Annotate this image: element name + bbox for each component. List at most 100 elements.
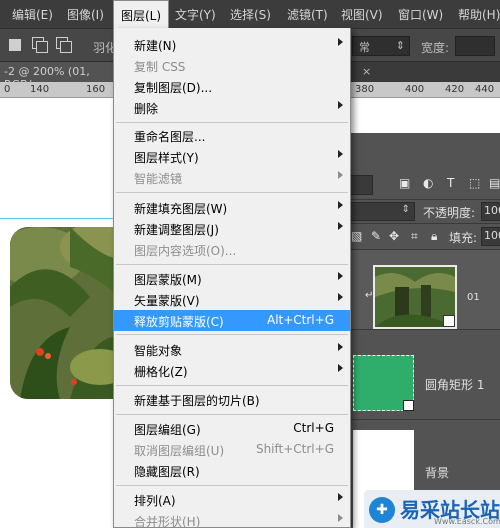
menu-item-rasterize[interactable]: 栅格化(Z): [114, 360, 350, 381]
menu-item-label: 取消图层编组(U): [134, 444, 225, 458]
menu-item-arrange[interactable]: 排列(A): [114, 489, 350, 510]
new-selection-icon[interactable]: [9, 39, 21, 51]
menu-item-label: 图层编组(G): [134, 423, 201, 437]
menu-item-label: 重命名图层...: [134, 130, 206, 144]
menu-separator: [116, 122, 348, 123]
image-filter-icon[interactable]: ▣: [399, 176, 410, 190]
layer-name: 01: [467, 292, 480, 303]
menu-window[interactable]: 窗口(W): [398, 6, 443, 23]
menu-item-new-fill-layer[interactable]: 新建填充图层(W): [114, 197, 350, 218]
document-tab[interactable]: -2 @ 200% (01, RGB/: [0, 62, 113, 91]
fill-input[interactable]: 100: [481, 227, 500, 246]
ruler-tick: 400: [405, 84, 425, 95]
menu-item-label: 图层蒙版(M): [134, 273, 202, 287]
menu-item-shortcut: Shift+Ctrl+G: [255, 442, 334, 456]
submenu-arrow-icon: [338, 101, 343, 109]
blend-mode-select[interactable]: 常 ⇕: [352, 36, 410, 56]
submenu-arrow-icon: [338, 222, 343, 230]
select-arrows-icon: ⇕: [395, 39, 405, 52]
opacity-input[interactable]: 100: [481, 202, 500, 221]
smart-object-badge-icon: [443, 315, 455, 327]
move-lock-icon[interactable]: ✥: [389, 229, 399, 243]
menu-item-label: 栅格化(Z): [134, 365, 188, 379]
guide-line[interactable]: [0, 218, 130, 219]
menu-select[interactable]: 选择(S): [230, 6, 271, 23]
menu-item-rename-layer[interactable]: 重命名图层...: [114, 125, 350, 146]
menu-item-hide-layers[interactable]: 隐藏图层(R): [114, 460, 350, 481]
artboard-lock-icon[interactable]: ⌗: [411, 229, 418, 244]
menu-item-label: 智能对象: [134, 344, 183, 358]
menu-item-ungroup-layers[interactable]: 取消图层编组(U) Shift+Ctrl+G: [114, 439, 350, 460]
layer-thumbnail: [373, 265, 457, 329]
subtract-selection-icon-overlay: [60, 41, 72, 53]
submenu-arrow-icon: [338, 150, 343, 158]
menu-item-label: 合并形状(H): [134, 515, 201, 528]
watermark-logo-icon: ✚: [369, 497, 395, 523]
jungle-illustration: [10, 227, 130, 399]
menu-item-label: 图层内容选项(O)...: [134, 244, 237, 258]
menu-help[interactable]: 帮助(H): [458, 6, 500, 23]
menu-filter[interactable]: 滤镜(T): [287, 6, 328, 23]
menu-item-shortcut: Alt+Ctrl+G: [266, 313, 334, 327]
ruler-tick: 140: [30, 84, 50, 95]
menu-item-layer-style[interactable]: 图层样式(Y): [114, 146, 350, 167]
type-filter-icon[interactable]: T: [447, 176, 454, 190]
menu-separator: [116, 485, 348, 486]
menu-item-delete[interactable]: 删除: [114, 97, 350, 118]
menu-item-shortcut: Ctrl+G: [293, 421, 334, 435]
menu-item-new-layer-based-slice[interactable]: 新建基于图层的切片(B): [114, 389, 350, 410]
menu-item-duplicate-layer[interactable]: 复制图层(D)...: [114, 76, 350, 97]
menu-item-group-layers[interactable]: 图层编组(G) Ctrl+G: [114, 418, 350, 439]
menu-image[interactable]: 图像(I): [67, 6, 104, 23]
shape-filter-icon[interactable]: ⬚: [469, 176, 480, 190]
submenu-arrow-icon: [338, 201, 343, 209]
menu-item-release-clipping-mask[interactable]: 释放剪贴蒙版(C) Alt+Ctrl+G: [114, 310, 350, 331]
menu-separator: [116, 414, 348, 415]
menu-edit[interactable]: 编辑(E): [12, 6, 53, 23]
ruler-tick: 0: [4, 84, 11, 95]
menu-item-combine-shapes[interactable]: 合并形状(H): [114, 510, 350, 528]
menu-item-label: 图层样式(Y): [134, 151, 199, 165]
menu-item-new-adjustment-layer[interactable]: 新建调整图层(J): [114, 218, 350, 239]
menu-item-label: 新建(N): [134, 39, 177, 53]
ruler-tick: 380: [355, 84, 375, 95]
menu-separator: [116, 264, 348, 265]
menu-bar: 编辑(E) 图像(I) 图层(L) 文字(Y) 选择(S) 滤镜(T) 视图(V…: [0, 0, 500, 28]
menu-item-label: 删除: [134, 102, 159, 116]
menu-separator: [116, 385, 348, 386]
lock-fill-row: ▧ ✎ ✥ ⌗ 🔒︎ 填充: 100: [341, 224, 500, 250]
menu-item-layer-content-options[interactable]: 图层内容选项(O)...: [114, 239, 350, 260]
submenu-arrow-icon: [338, 343, 343, 351]
menu-item-copy-css[interactable]: 复制 CSS: [114, 55, 350, 76]
ruler-tick: 440: [475, 84, 495, 95]
menu-item-smart-object[interactable]: 智能对象: [114, 339, 350, 360]
shape-layer-thumbnail: [353, 355, 414, 411]
menu-type[interactable]: 文字(Y): [175, 6, 216, 23]
menu-item-layer-mask[interactable]: 图层蒙版(M): [114, 268, 350, 289]
ruler-tick: 160: [86, 84, 106, 95]
fill-label: 填充:: [449, 231, 478, 245]
menu-layer[interactable]: 图层(L): [113, 0, 170, 28]
close-tab-icon[interactable]: ×: [362, 65, 371, 78]
lock-all-icon[interactable]: 🔒︎: [431, 229, 437, 244]
menu-view[interactable]: 视图(V): [341, 6, 383, 23]
menu-item-label: 释放剪贴蒙版(C): [134, 315, 224, 329]
blend-mode-value: 常: [359, 41, 370, 54]
lock-pixels-icon[interactable]: ▧: [351, 229, 362, 243]
brush-lock-icon[interactable]: ✎: [371, 229, 381, 243]
opacity-label: 不透明度:: [423, 206, 476, 220]
smart-object-filter-icon[interactable]: ▤: [489, 176, 500, 190]
menu-item-label: 复制图层(D)...: [134, 81, 213, 95]
menu-separator: [116, 334, 348, 335]
adjustment-filter-icon[interactable]: ◐: [423, 176, 433, 190]
layer-name: 背景: [425, 466, 450, 480]
submenu-arrow-icon: [338, 514, 343, 522]
width-label: 宽度:: [421, 41, 450, 55]
layer-menu: 新建(N) 复制 CSS 复制图层(D)... 删除 重命名图层... 图层样式…: [113, 28, 351, 528]
layer-blend-select[interactable]: ⇕: [341, 202, 415, 221]
menu-item-new[interactable]: 新建(N): [114, 34, 350, 55]
layer-name: 圆角矩形 1: [425, 378, 485, 392]
menu-item-smart-filter[interactable]: 智能滤镜: [114, 167, 350, 188]
width-input[interactable]: [455, 36, 495, 56]
menu-item-vector-mask[interactable]: 矢量蒙版(V): [114, 289, 350, 310]
